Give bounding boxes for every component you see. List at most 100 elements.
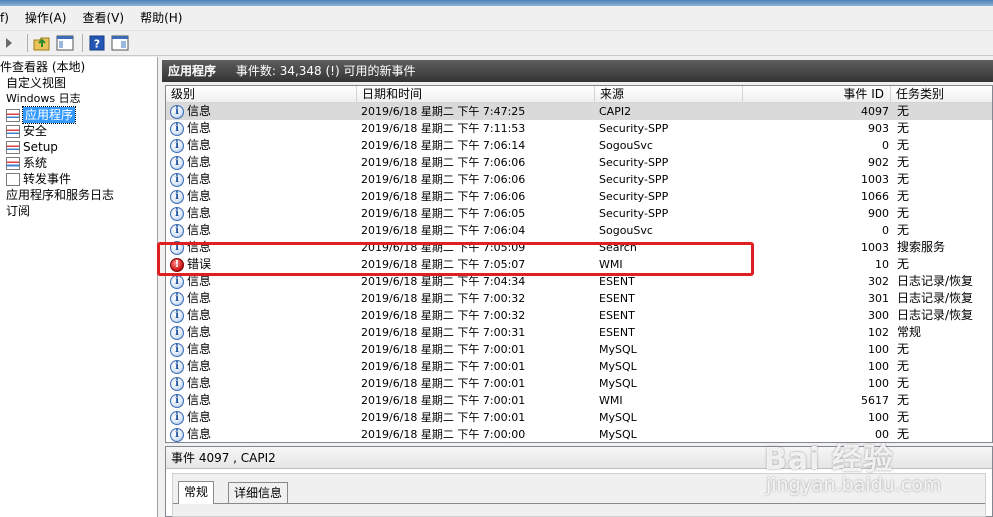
cell-category: 无 <box>897 257 910 271</box>
cell-datetime: 2019/6/18 星期二 下午 7:00:01 <box>361 360 526 373</box>
cell-datetime: 2019/6/18 星期二 下午 7:00:00 <box>361 428 526 441</box>
level-label: 信息 <box>187 427 212 441</box>
toolbar: ? <box>0 30 993 56</box>
column-header-event-id[interactable]: 事件 ID <box>743 86 891 103</box>
cell-source: ESENT <box>599 275 635 288</box>
tab-general[interactable]: 常规 <box>178 481 215 504</box>
table-row[interactable]: ! 错误 2019/6/18 星期二 下午 7:05:07 WMI 10 无 <box>166 256 992 273</box>
back-arrow-icon[interactable] <box>0 33 20 53</box>
cell-event-id: 302 <box>868 275 889 288</box>
cell-event-id: 100 <box>868 343 889 356</box>
cell-category: 无 <box>897 155 910 169</box>
level-label: 信息 <box>187 342 212 356</box>
log-header: 应用程序 事件数: 34,348 (!) 可用的新事件 <box>162 60 993 82</box>
table-row[interactable]: i 信息 2019/6/18 星期二 下午 7:06:04 SogouSvc 0 无 <box>166 222 992 239</box>
tree-item-application[interactable]: 应用程序 <box>6 106 77 124</box>
level-label: 信息 <box>187 172 212 186</box>
error-icon: ! <box>170 257 184 272</box>
tree-item-security[interactable]: 安全 <box>6 123 47 139</box>
info-icon: i <box>170 240 184 255</box>
level-label: 信息 <box>187 240 212 254</box>
table-row[interactable]: i 信息 2019/6/18 星期二 下午 7:00:32 ESENT 301 日志记录/… <box>166 290 992 307</box>
level-label: 信息 <box>187 223 212 237</box>
cell-datetime: 2019/6/18 星期二 下午 7:00:01 <box>361 411 526 424</box>
table-row[interactable]: i 信息 2019/6/18 星期二 下午 7:47:25 CAPI2 4097 无 <box>166 103 992 120</box>
column-header-category[interactable]: 任务类别 <box>891 86 992 103</box>
cell-event-id: 4097 <box>861 105 889 118</box>
tree-item-system[interactable]: 系统 <box>6 155 47 171</box>
info-icon: i <box>170 325 184 340</box>
cell-source: ESENT <box>599 309 635 322</box>
cell-category: 无 <box>897 172 910 186</box>
menu-help[interactable]: 帮助(H) <box>132 6 190 30</box>
cell-event-id: 102 <box>868 326 889 339</box>
table-row[interactable]: i 信息 2019/6/18 星期二 下午 7:06:06 Security-SPP 9… <box>166 154 992 171</box>
level-label: 信息 <box>187 308 212 322</box>
tree-item-subscriptions[interactable]: 订阅 <box>6 203 30 219</box>
table-row[interactable]: i 信息 2019/6/18 星期二 下午 7:06:05 Security-SPP 9… <box>166 205 992 222</box>
log-icon <box>6 140 20 154</box>
column-header-level[interactable]: 级别 <box>166 86 357 103</box>
cell-level: i 信息 <box>170 120 356 137</box>
tree-item-windows-logs[interactable]: Windows 日志 <box>6 91 81 107</box>
info-icon: i <box>170 274 184 289</box>
help-icon[interactable]: ? <box>87 33 107 53</box>
svg-text:?: ? <box>94 38 100 51</box>
table-row[interactable]: i 信息 2019/6/18 星期二 下午 7:05:09 Search 1003 搜索服… <box>166 239 992 256</box>
table-row[interactable]: i 信息 2019/6/18 星期二 下午 7:11:53 Security-SPP 9… <box>166 120 992 137</box>
menu-action[interactable]: 操作(A) <box>17 6 75 30</box>
cell-event-id: 10 <box>875 258 889 271</box>
cell-level: i 信息 <box>170 188 356 205</box>
table-row[interactable]: i 信息 2019/6/18 星期二 下午 7:00:01 MySQL 100 无 <box>166 358 992 375</box>
main-pane: 应用程序 事件数: 34,348 (!) 可用的新事件 级别 日期和时间 来源 … <box>162 57 993 517</box>
cell-category: 日志记录/恢复 <box>897 274 974 288</box>
up-folder-icon[interactable] <box>32 33 52 53</box>
tree-item-forwarded-events[interactable]: 转发事件 <box>6 171 71 187</box>
tree-item-setup[interactable]: Setup <box>6 139 58 155</box>
tree-item-label: 自定义视图 <box>6 76 67 90</box>
table-row[interactable]: i 信息 2019/6/18 星期二 下午 7:00:32 ESENT 300 日志记录/… <box>166 307 992 324</box>
tree-item-event-viewer[interactable]: 件查看器 (本地) <box>0 59 85 75</box>
cell-category: 无 <box>897 121 910 135</box>
cell-datetime: 2019/6/18 星期二 下午 7:00:01 <box>361 377 526 390</box>
toolbar-separator <box>82 34 83 52</box>
cell-event-id: 100 <box>868 377 889 390</box>
tab-details[interactable]: 详细信息 <box>228 482 289 504</box>
show-hide-tree-icon[interactable] <box>55 33 75 53</box>
tree-item-app-service-logs[interactable]: 应用程序和服务日志 <box>6 187 114 203</box>
cell-event-id: 00 <box>875 428 889 441</box>
table-row[interactable]: i 信息 2019/6/18 星期二 下午 7:00:01 MySQL 100 无 <box>166 375 992 392</box>
tree-item-label: Setup <box>23 140 58 154</box>
table-row[interactable]: i 信息 2019/6/18 星期二 下午 7:06:06 Security-SPP 1… <box>166 188 992 205</box>
level-label: 信息 <box>187 155 212 169</box>
cell-level: i 信息 <box>170 392 356 409</box>
table-row[interactable]: i 信息 2019/6/18 星期二 下午 7:00:31 ESENT 102 常规 <box>166 324 992 341</box>
menu-view[interactable]: 查看(V) <box>74 6 132 30</box>
table-row[interactable]: i 信息 2019/6/18 星期二 下午 7:06:14 SogouSvc 0 无 <box>166 137 992 154</box>
event-detail-pane: 事件 4097 , CAPI2 常规 详细信息 <box>165 446 993 517</box>
cell-level: i 信息 <box>170 409 356 426</box>
cell-source: ESENT <box>599 292 635 305</box>
menu-file[interactable]: f) <box>0 6 17 30</box>
table-row[interactable]: i 信息 2019/6/18 星期二 下午 7:00:01 MySQL 100 无 <box>166 409 992 426</box>
info-icon: i <box>170 206 184 221</box>
table-row[interactable]: i 信息 2019/6/18 星期二 下午 7:00:01 WMI 5617 无 <box>166 392 992 409</box>
column-header-source[interactable]: 来源 <box>595 86 743 103</box>
table-row[interactable]: i 信息 2019/6/18 星期二 下午 7:06:06 Security-SPP 1… <box>166 171 992 188</box>
menu-bar: f) 操作(A) 查看(V) 帮助(H) <box>0 6 993 30</box>
table-row[interactable]: i 信息 2019/6/18 星期二 下午 7:04:34 ESENT 302 日志记录/… <box>166 273 992 290</box>
cell-event-id: 100 <box>868 360 889 373</box>
info-icon: i <box>170 104 184 119</box>
column-header-datetime[interactable]: 日期和时间 <box>357 86 595 103</box>
properties-icon[interactable] <box>110 33 130 53</box>
cell-category: 无 <box>897 376 910 390</box>
cell-event-id: 900 <box>868 207 889 220</box>
table-row[interactable]: i 信息 2019/6/18 星期二 下午 7:00:01 MySQL 100 无 <box>166 341 992 358</box>
table-row[interactable]: i 信息 2019/6/18 星期二 下午 7:00:00 MySQL 00 无 <box>166 426 992 442</box>
level-label: 信息 <box>187 359 212 373</box>
tree-item-custom-views[interactable]: 自定义视图 <box>6 75 66 91</box>
cell-datetime: 2019/6/18 星期二 下午 7:00:01 <box>361 343 526 356</box>
toolbar-separator <box>27 34 28 52</box>
level-label: 信息 <box>187 291 212 305</box>
cell-datetime: 2019/6/18 星期二 下午 7:05:07 <box>361 258 526 271</box>
